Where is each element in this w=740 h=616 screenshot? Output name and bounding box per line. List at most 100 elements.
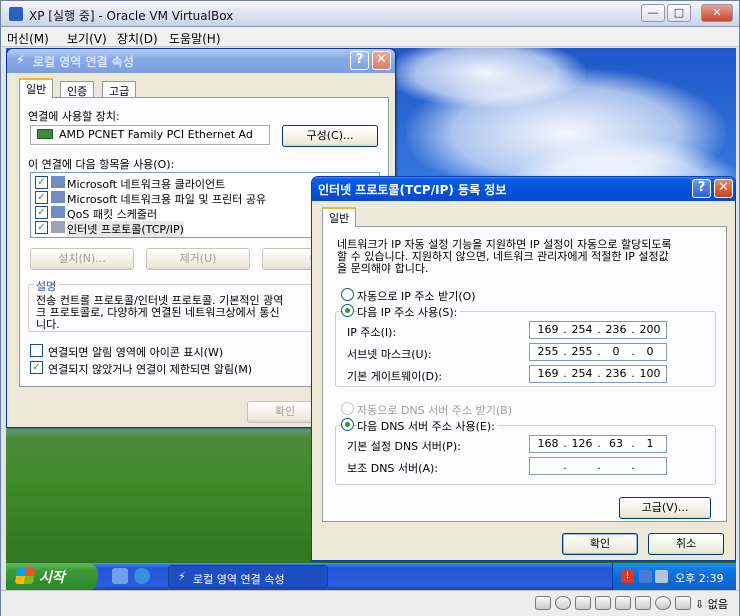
virtualbox-status-bar: ⇩ 없음: [1, 590, 739, 616]
start-button[interactable]: 시작: [6, 563, 98, 590]
internet-explorer-icon[interactable]: [134, 568, 150, 584]
ip-octet: 100: [639, 367, 661, 380]
close-button[interactable]: ✕: [701, 4, 733, 22]
hard-disk-icon[interactable]: [535, 596, 551, 610]
ip-octet: 1: [646, 437, 654, 450]
ip-octet: 200: [639, 323, 661, 336]
gateway-label: 기본 게이트웨이(D):: [347, 370, 443, 383]
item-checkbox[interactable]: ✓: [35, 176, 48, 189]
manual-dns-label: 다음 DNS 서버 주소 사용(E):: [357, 418, 498, 434]
security-alert-icon[interactable]: !: [621, 570, 634, 583]
network-icon: ⚡: [16, 53, 25, 67]
network-adapter-icon[interactable]: [595, 596, 611, 610]
lan-dialog-title: 로컬 영역 연결 속성: [33, 55, 134, 69]
items-label: 이 연결에 다음 항목을 사용(O):: [28, 158, 175, 171]
ip-octet: 236: [605, 323, 627, 336]
menu-bar: 머신(M) 보기(V) 장치(D) 도움말(H): [1, 27, 739, 47]
help-button[interactable]: ?: [692, 179, 711, 198]
show-desktop-icon[interactable]: [112, 568, 128, 584]
tab-page: 네트워크가 IP 자동 설정 기능을 지원하면 IP 설정이 자동으로 할당되도…: [322, 226, 727, 522]
advanced-button[interactable]: 고급(V)...: [619, 497, 711, 519]
preferred-dns-input[interactable]: 168. 126. 63. 1: [529, 435, 667, 453]
tcpip-close-button[interactable]: ✕: [714, 179, 733, 198]
install-button[interactable]: 설치(N)...: [30, 248, 134, 270]
taskbar: 시작 ⚡ 로컬 영역 연결 속성 ! 오후 2:39: [6, 563, 736, 590]
notify-checkbox[interactable]: ✓: [30, 361, 43, 374]
ip-octet: 63: [609, 437, 623, 450]
mouse-integration-icon[interactable]: [675, 596, 691, 610]
start-label: 시작: [39, 570, 65, 586]
item-label: QoS 패킷 스케줄러: [67, 208, 158, 221]
virtualbox-window: XP [실행 중] - Oracle VM VirtualBox — □ ✕ 머…: [0, 0, 740, 616]
lan-close-button[interactable]: ✕: [372, 51, 391, 70]
auto-ip-label: 자동으로 IP 주소 받기(O): [357, 290, 476, 303]
alternate-dns-input[interactable]: . . .: [529, 457, 667, 475]
device-label: 연결에 사용할 장치:: [28, 110, 120, 123]
item-label: Microsoft 네트워크용 파일 및 프린터 공유: [67, 193, 267, 206]
recording-icon[interactable]: [655, 596, 671, 610]
taskbar-item-lan-properties[interactable]: ⚡ 로컬 영역 연결 속성: [168, 565, 328, 588]
auto-dns-label: 자동으로 DNS 서버 주소 받기(B): [357, 404, 512, 417]
lan-dialog-titlebar[interactable]: ⚡ 로컬 영역 연결 속성 ? ✕: [7, 49, 395, 73]
volume-icon[interactable]: [655, 570, 668, 583]
help-button[interactable]: ?: [350, 51, 369, 70]
protocol-icon: [51, 221, 65, 233]
ip-octet: 255: [537, 345, 559, 358]
ip-octet: 0: [646, 345, 654, 358]
tcpip-ok-button[interactable]: 확인: [562, 533, 638, 555]
subnet-mask-label: 서브넷 마스크(U):: [347, 348, 432, 361]
ip-octet: 236: [605, 367, 627, 380]
remove-button[interactable]: 제거(U): [146, 248, 250, 270]
guest-screen[interactable]: ⚡ 로컬 영역 연결 속성 ? ✕ 일반 인증 고급 연결에 사용할 장치: A…: [6, 48, 736, 590]
alternate-dns-label: 보조 DNS 서버(A):: [347, 462, 438, 475]
shared-folders-icon[interactable]: [615, 596, 631, 610]
ip-address-input[interactable]: 169. 254. 236. 200: [529, 321, 667, 339]
description-text: 크 프로토콜로, 다양하게 연결된 네트워크상에서 통신: [36, 306, 280, 319]
auto-dns-radio[interactable]: [341, 402, 354, 415]
configure-button[interactable]: 구성(C)...: [282, 125, 378, 147]
tab-auth[interactable]: 인증: [60, 81, 95, 98]
restore-button[interactable]: □: [667, 4, 691, 22]
tcpip-dialog-title: 인터넷 프로토콜(TCP/IP) 등록 정보: [318, 183, 507, 197]
gateway-input[interactable]: 169. 254. 236. 100: [529, 365, 667, 383]
ip-octet: 254: [571, 367, 593, 380]
device-field: AMD PCNET Family PCI Ethernet Ad: [30, 125, 270, 145]
menu-view[interactable]: 보기(V): [67, 30, 107, 47]
system-tray: ! 오후 2:39: [612, 563, 736, 590]
network-tray-icon[interactable]: [639, 570, 652, 583]
ip-octet: 126: [571, 437, 593, 450]
tcpip-dialog-titlebar[interactable]: 인터넷 프로토콜(TCP/IP) 등록 정보 ? ✕: [312, 177, 735, 201]
display-icon[interactable]: [635, 596, 651, 610]
virtualbox-titlebar[interactable]: XP [실행 중] - Oracle VM VirtualBox — □ ✕: [1, 1, 739, 27]
tab-advanced[interactable]: 고급: [102, 81, 137, 98]
auto-ip-radio[interactable]: [341, 288, 354, 301]
item-checkbox[interactable]: ✓: [35, 191, 48, 204]
windows-logo-icon: [14, 568, 36, 584]
manual-ip-radio[interactable]: [341, 304, 354, 317]
menu-machine[interactable]: 머신(M): [7, 30, 49, 47]
ip-octet: 254: [571, 323, 593, 336]
ip-octet: 169: [537, 367, 559, 380]
ip-address-label: IP 주소(I):: [347, 326, 397, 339]
show-icon-checkbox[interactable]: [30, 344, 43, 357]
notify-label: 연결되지 않았거나 연결이 제한되면 알림(M): [48, 363, 253, 376]
description-text: 니다.: [36, 318, 60, 331]
minimize-button[interactable]: —: [641, 4, 665, 22]
item-checkbox[interactable]: ✓: [35, 221, 48, 234]
subnet-mask-input[interactable]: 255. 255. 0. 0: [529, 343, 667, 361]
window-title: XP [실행 중] - Oracle VM VirtualBox: [29, 9, 234, 23]
service-icon: [51, 191, 65, 203]
cloud: [386, 48, 586, 108]
menu-devices[interactable]: 장치(D): [117, 30, 158, 47]
usb-icon[interactable]: [575, 596, 591, 610]
taskbar-item-label: 로컬 영역 연결 속성: [193, 573, 285, 586]
item-checkbox[interactable]: ✓: [35, 206, 48, 219]
tcpip-cancel-button[interactable]: 취소: [648, 533, 724, 555]
clock[interactable]: 오후 2:39: [675, 570, 723, 586]
tab-general[interactable]: 일반: [322, 207, 357, 227]
info-text: 을 문의해야 합니다.: [337, 262, 429, 275]
menu-help[interactable]: 도움말(H): [169, 30, 221, 47]
optical-drive-icon[interactable]: [555, 596, 571, 610]
manual-dns-radio[interactable]: [341, 418, 354, 431]
tab-general[interactable]: 일반: [19, 78, 54, 98]
